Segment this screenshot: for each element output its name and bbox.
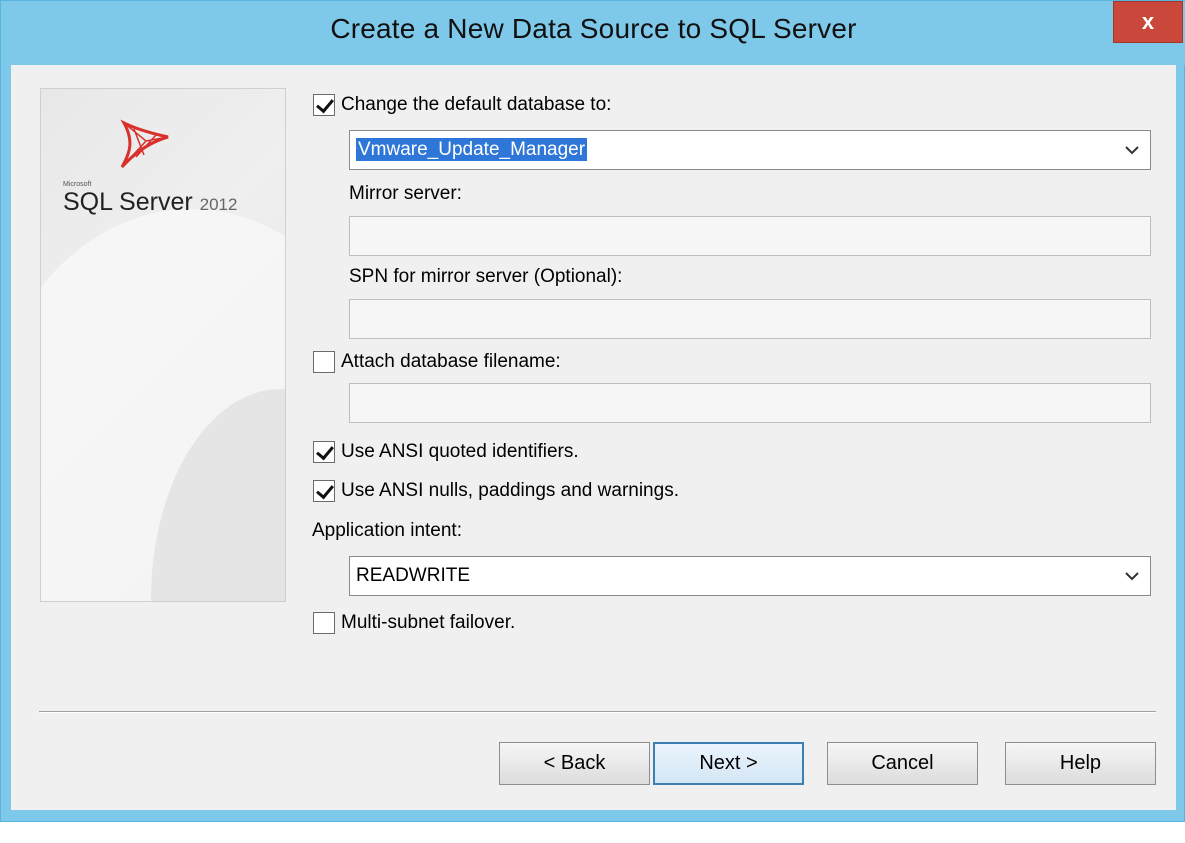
- ansi-nulls-label: Use ANSI nulls, paddings and warnings.: [341, 480, 679, 501]
- attach-db-option[interactable]: Attach database filename:: [313, 351, 561, 373]
- cancel-button[interactable]: Cancel: [827, 742, 978, 785]
- application-intent-label: Application intent:: [312, 520, 462, 541]
- sql-server-logo-icon: [120, 119, 169, 168]
- ansi-quoted-label: Use ANSI quoted identifiers.: [341, 441, 579, 462]
- ansi-nulls-checkbox[interactable]: [313, 480, 335, 502]
- back-button[interactable]: < Back: [499, 742, 650, 785]
- close-icon: x: [1141, 9, 1155, 34]
- change-default-db-label: Change the default database to:: [341, 94, 612, 115]
- title-bar[interactable]: Create a New Data Source to SQL Server x: [1, 1, 1185, 65]
- mirror-server-label: Mirror server:: [349, 183, 462, 204]
- attach-db-checkbox[interactable]: [313, 351, 335, 373]
- close-button[interactable]: x: [1113, 1, 1183, 43]
- ansi-nulls-option[interactable]: Use ANSI nulls, paddings and warnings.: [313, 480, 679, 502]
- spn-mirror-label: SPN for mirror server (Optional):: [349, 266, 623, 287]
- change-default-db-checkbox[interactable]: [313, 94, 335, 116]
- chevron-down-icon[interactable]: [1114, 557, 1150, 595]
- product-name: SQL Server 2012: [63, 188, 237, 217]
- dialog-body: Microsoft SQL Server 2012 Change the def…: [11, 65, 1176, 810]
- spn-mirror-field[interactable]: [349, 299, 1151, 339]
- change-default-db-option[interactable]: Change the default database to:: [313, 94, 611, 116]
- chevron-down-icon[interactable]: [1114, 131, 1150, 169]
- mirror-server-field[interactable]: [349, 216, 1151, 256]
- dialog-window: Create a New Data Source to SQL Server x…: [0, 0, 1185, 822]
- brand-label: Microsoft: [63, 181, 92, 188]
- multi-subnet-checkbox[interactable]: [313, 612, 335, 634]
- product-version: 2012: [199, 195, 238, 214]
- separator: [39, 711, 1156, 713]
- default-database-value: Vmware_Update_Manager: [356, 138, 588, 161]
- window-title: Create a New Data Source to SQL Server: [330, 13, 857, 44]
- ansi-quoted-checkbox[interactable]: [313, 441, 335, 463]
- application-intent-value-wrap: READWRITE: [350, 565, 1114, 587]
- application-intent-value: READWRITE: [356, 565, 470, 586]
- application-intent-dropdown[interactable]: READWRITE: [349, 556, 1151, 596]
- attach-db-field[interactable]: [349, 383, 1151, 423]
- next-button[interactable]: Next >: [653, 742, 804, 785]
- multi-subnet-label: Multi-subnet failover.: [341, 612, 516, 633]
- default-database-dropdown[interactable]: Vmware_Update_Manager: [349, 130, 1151, 170]
- attach-db-label: Attach database filename:: [341, 351, 561, 372]
- multi-subnet-option[interactable]: Multi-subnet failover.: [313, 612, 515, 634]
- product-banner: Microsoft SQL Server 2012: [40, 88, 286, 602]
- default-database-value-wrap: Vmware_Update_Manager: [350, 138, 1114, 161]
- help-button[interactable]: Help: [1005, 742, 1156, 785]
- product-label: SQL Server: [63, 188, 193, 216]
- ansi-quoted-option[interactable]: Use ANSI quoted identifiers.: [313, 441, 579, 463]
